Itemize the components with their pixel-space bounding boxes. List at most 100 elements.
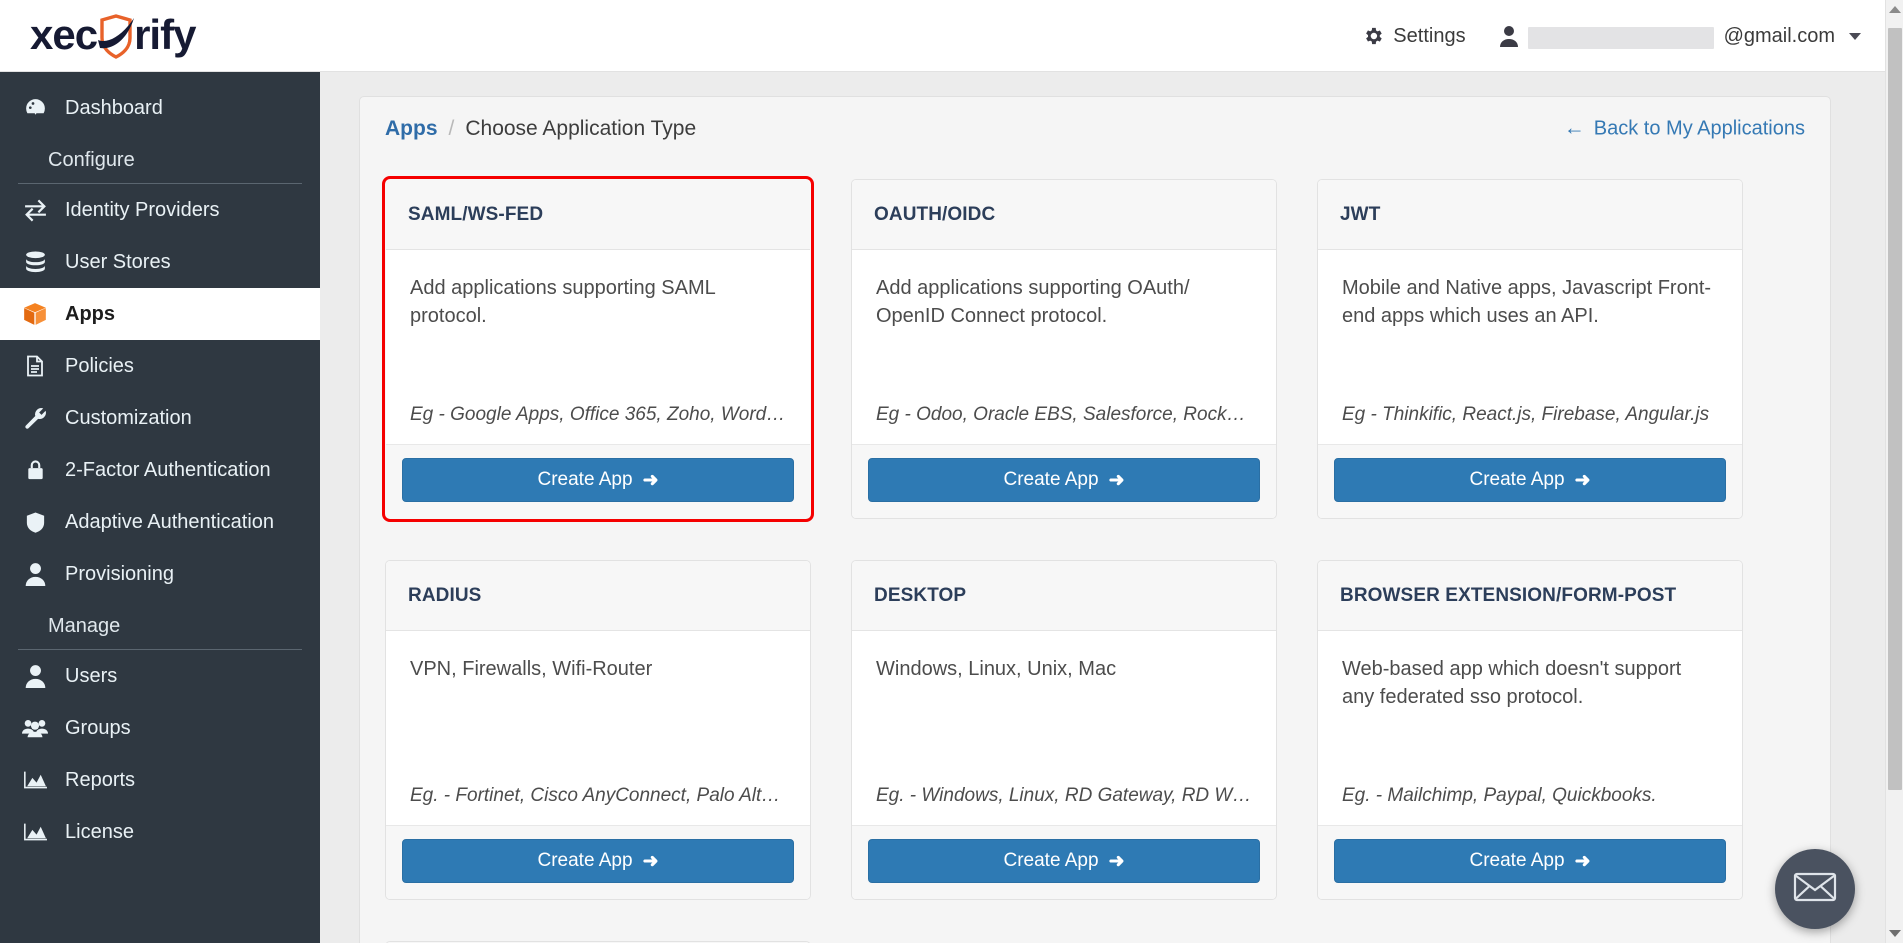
arrow-right-icon: ➜ (1108, 469, 1125, 491)
arrow-right-icon: ➜ (1574, 469, 1591, 491)
card-title: DESKTOP (874, 584, 967, 606)
scroll-thumb[interactable] (1888, 28, 1902, 790)
card-description: Add applications supporting SAML protoco… (410, 277, 715, 328)
sidebar-item-label: Dashboard (65, 96, 163, 119)
create-app-button[interactable]: Create App ➜ (402, 458, 794, 502)
arrow-right-icon: ➜ (1108, 850, 1125, 872)
app-type-card-saml-ws-fed[interactable]: SAML/WS-FED Add applications supporting … (382, 176, 814, 522)
sidebar-item-customization[interactable]: Customization (0, 392, 320, 444)
logo-text-second: rify (134, 11, 196, 58)
vertical-scrollbar[interactable] (1885, 0, 1903, 943)
create-app-button[interactable]: Create App ➜ (868, 458, 1260, 502)
sidebar-item-label: User Stores (65, 250, 171, 273)
back-link-label: Back to My Applications (1593, 117, 1805, 140)
settings-button[interactable]: Settings (1362, 24, 1466, 48)
create-app-button[interactable]: Create App ➜ (1334, 839, 1726, 883)
panel-header: Apps / Choose Application Type ← Back to… (360, 97, 1830, 161)
scroll-down-arrow-icon[interactable] (1888, 930, 1901, 937)
back-to-my-applications-link[interactable]: ← Back to My Applications (1564, 118, 1805, 141)
envelope-icon (1793, 871, 1837, 908)
sidebar-item-policies[interactable]: Policies (0, 340, 320, 392)
settings-label: Settings (1393, 24, 1466, 47)
sidebar-item-label: Provisioning (65, 562, 174, 585)
card-title: SAML/WS-FED (408, 203, 544, 225)
breadcrumb: Apps / Choose Application Type (385, 117, 696, 141)
sidebar-item-2-factor-authentication[interactable]: 2-Factor Authentication (0, 444, 320, 496)
create-app-button[interactable]: Create App ➜ (1334, 458, 1726, 502)
card-examples: Eg - Odoo, Oracle EBS, Salesforce, Rock… (876, 404, 1246, 425)
box-icon (22, 301, 48, 327)
shield-swoosh-icon (94, 14, 136, 60)
shield-icon (22, 509, 48, 535)
lock-icon (22, 457, 48, 483)
scroll-up-arrow-icon[interactable] (1888, 6, 1901, 13)
card-footer: Create App ➜ (852, 825, 1276, 899)
card-title: RADIUS (408, 584, 482, 606)
sidebar-item-label: Groups (65, 716, 131, 739)
sidebar-top-spacer (0, 72, 320, 82)
choose-application-type-panel: Apps / Choose Application Type ← Back to… (359, 96, 1831, 943)
area-chart-icon (22, 767, 48, 793)
card-examples: Eg - Thinkific, React.js, Firebase, Angu… (1342, 404, 1710, 425)
card-header: RADIUS (386, 561, 810, 631)
app-type-card-oauth-oidc[interactable]: OAUTH/OIDC Add applications supporting O… (851, 179, 1277, 519)
user-menu[interactable]: @gmail.com (1499, 24, 1861, 49)
sidebar-item-user-stores[interactable]: User Stores (0, 236, 320, 288)
sidebar: Dashboard Configure Identity Providers U… (0, 72, 320, 943)
sidebar-item-label: 2-Factor Authentication (65, 458, 271, 481)
sidebar-item-adaptive-authentication[interactable]: Adaptive Authentication (0, 496, 320, 548)
sidebar-item-label: Customization (65, 406, 192, 429)
card-body: VPN, Firewalls, Wifi-Router Eg. - Fortin… (386, 631, 810, 825)
sidebar-item-dashboard[interactable]: Dashboard (0, 82, 320, 134)
sidebar-item-groups[interactable]: Groups (0, 702, 320, 754)
sidebar-item-users[interactable]: Users (0, 650, 320, 702)
user-email-redacted (1527, 27, 1714, 49)
sidebar-item-label: Policies (65, 354, 134, 377)
app-type-card-desktop[interactable]: DESKTOP Windows, Linux, Unix, Mac Eg. - … (851, 560, 1277, 900)
arrow-right-icon: ➜ (642, 850, 659, 872)
card-description: VPN, Firewalls, Wifi-Router (410, 658, 653, 680)
app-logo[interactable]: xec rify (30, 8, 196, 62)
arrow-left-icon: ← (1563, 116, 1585, 140)
card-body: Windows, Linux, Unix, Mac Eg. - Windows,… (852, 631, 1276, 825)
card-header: OAUTH/OIDC (852, 180, 1276, 250)
breadcrumb-current: Choose Application Type (465, 117, 697, 140)
card-footer: Create App ➜ (852, 444, 1276, 518)
card-footer: Create App ➜ (386, 825, 810, 899)
logo-wordmark: xec rify (30, 11, 196, 60)
chevron-down-icon (1849, 32, 1861, 40)
sidebar-item-apps[interactable]: Apps (0, 288, 320, 340)
sidebar-item-reports[interactable]: Reports (0, 754, 320, 806)
contact-support-button[interactable] (1775, 849, 1855, 929)
sidebar-item-identity-providers[interactable]: Identity Providers (0, 184, 320, 236)
sidebar-item-label: Apps (65, 302, 115, 325)
user-email-suffix: @gmail.com (1723, 24, 1835, 47)
card-examples: Eg. - Windows, Linux, RD Gateway, RD W… (876, 785, 1252, 806)
sidebar-section-configure: Configure (18, 137, 302, 184)
application-type-grid: SAML/WS-FED Add applications supporting … (360, 161, 1830, 943)
card-header: JWT (1318, 180, 1742, 250)
sidebar-item-provisioning[interactable]: Provisioning (0, 548, 320, 600)
top-bar: xec rify Settings @gmail.com (0, 0, 1903, 72)
arrow-right-icon: ➜ (1574, 850, 1591, 872)
create-app-button[interactable]: Create App ➜ (402, 839, 794, 883)
sidebar-section-manage: Manage (18, 603, 302, 650)
sidebar-item-license[interactable]: License (0, 806, 320, 858)
main-content: Apps / Choose Application Type ← Back to… (320, 72, 1903, 943)
card-footer: Create App ➜ (1318, 444, 1742, 518)
page-root: xec rify Settings @gmail.com Dashboard C… (0, 0, 1903, 943)
breadcrumb-separator: / (448, 117, 455, 140)
create-app-label: Create App (1469, 850, 1565, 871)
app-type-card-jwt[interactable]: JWT Mobile and Native apps, Javascript F… (1317, 179, 1743, 519)
card-examples: Eg - Google Apps, Office 365, Zoho, Word… (410, 404, 786, 425)
create-app-label: Create App (537, 469, 633, 490)
breadcrumb-apps-link[interactable]: Apps (385, 117, 438, 141)
card-examples: Eg. - Mailchimp, Paypal, Quickbooks. (1342, 785, 1657, 806)
user-icon (22, 663, 48, 689)
app-type-card-browser-extension-form-post[interactable]: BROWSER EXTENSION/FORM-POST Web-based ap… (1317, 560, 1743, 900)
app-type-card-radius[interactable]: RADIUS VPN, Firewalls, Wifi-Router Eg. -… (385, 560, 811, 900)
card-header: DESKTOP (852, 561, 1276, 631)
card-title: JWT (1340, 203, 1381, 225)
sidebar-item-label: Identity Providers (65, 198, 220, 221)
create-app-button[interactable]: Create App ➜ (868, 839, 1260, 883)
